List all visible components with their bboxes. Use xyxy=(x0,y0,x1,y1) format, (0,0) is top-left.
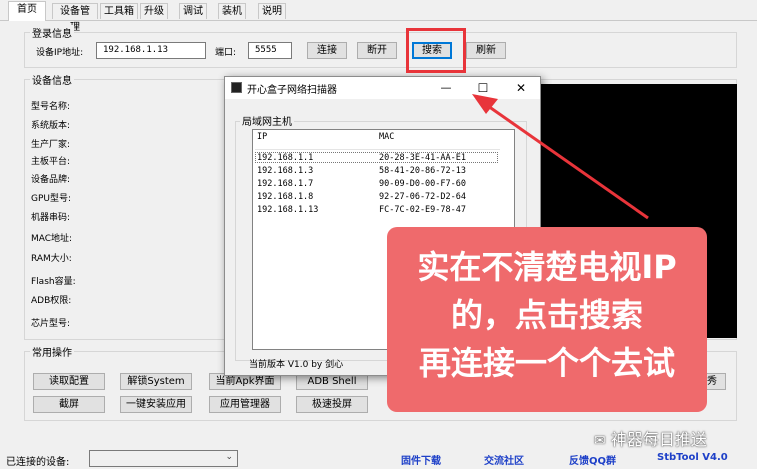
watermark-text: 神器每日推送 xyxy=(610,430,707,449)
callout-line: 实在不清楚电视IP xyxy=(417,248,677,286)
watermark: ✉ 神器每日推送 xyxy=(594,426,744,449)
callout-line: 再连接一个个去试 xyxy=(418,344,675,382)
callout-line: 的，点击搜索 xyxy=(450,296,643,334)
wechat-icon: ✉ xyxy=(594,433,606,449)
callout-annotation: 实在不清楚电视IP 的，点击搜索 再连接一个个去试 xyxy=(387,227,707,412)
